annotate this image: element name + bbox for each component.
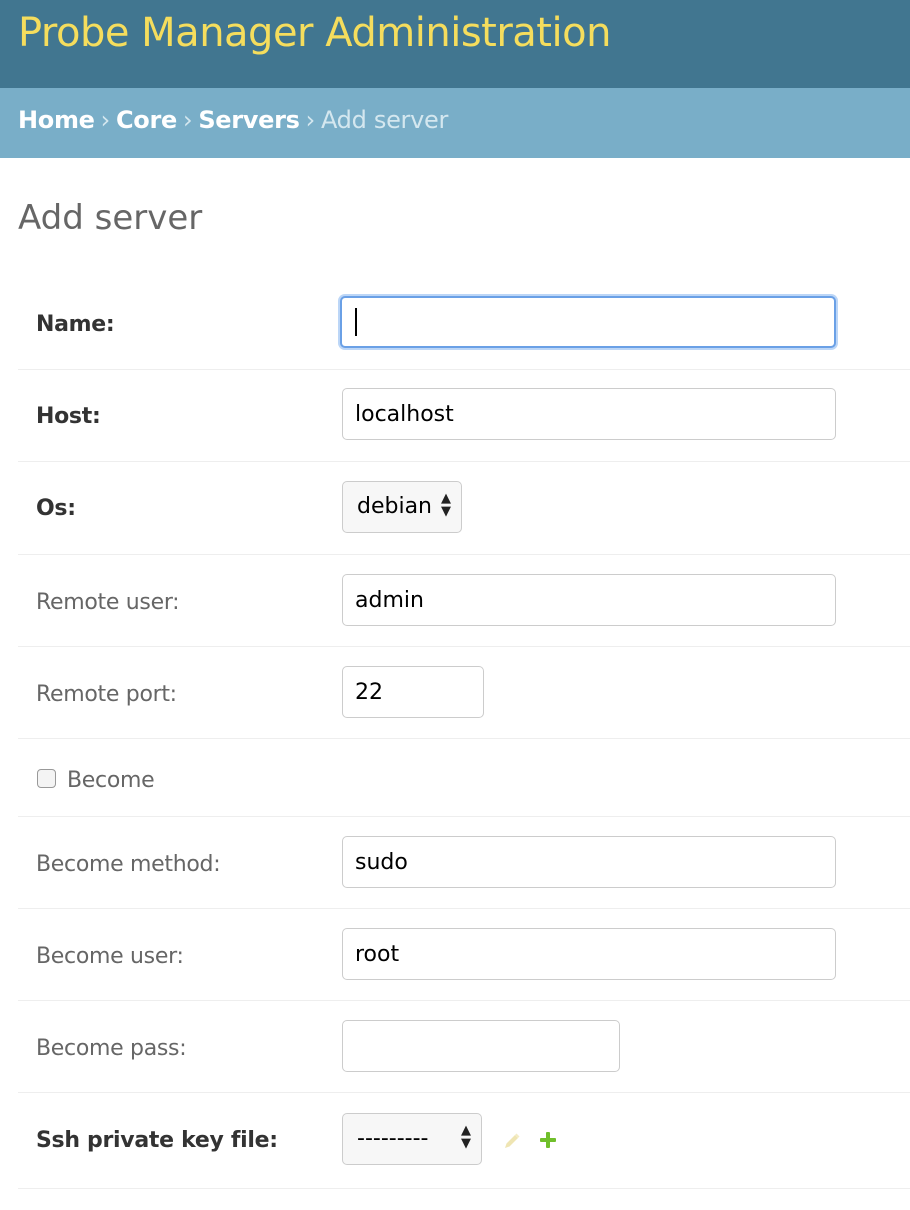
breadcrumb-separator: ›: [183, 106, 193, 134]
page-title: Add server: [18, 198, 203, 238]
become-method-label: Become method:: [36, 852, 221, 877]
remote-user-label: Remote user:: [36, 590, 180, 615]
os-label: Os:: [36, 496, 76, 521]
become-pass-field[interactable]: [342, 1020, 620, 1072]
breadcrumb-servers[interactable]: Servers: [198, 106, 300, 134]
name-label: Name:: [36, 312, 115, 337]
become-checkbox[interactable]: [37, 769, 56, 788]
os-select[interactable]: debian ▲ ▼: [342, 481, 462, 533]
plus-icon[interactable]: [538, 1130, 558, 1150]
become-label[interactable]: Become: [67, 768, 155, 793]
ssh-private-key-file-select[interactable]: --------- ▲ ▼: [342, 1113, 482, 1165]
form-row-os: [18, 462, 910, 555]
site-title[interactable]: Probe Manager Administration: [18, 10, 611, 56]
breadcrumb: Home › Core › Servers › Add server: [18, 106, 448, 134]
breadcrumb-home[interactable]: Home: [18, 106, 95, 134]
become-user-field[interactable]: [342, 928, 836, 980]
text-cursor: [355, 308, 357, 336]
remote-port-label: Remote port:: [36, 682, 177, 707]
name-field[interactable]: [340, 296, 836, 348]
ssh-private-key-file-label: Ssh private key file:: [36, 1128, 278, 1153]
os-select-value: debian: [357, 494, 433, 519]
breadcrumb-separator: ›: [100, 106, 111, 134]
remote-port-field[interactable]: [342, 666, 484, 718]
breadcrumb-current: Add server: [320, 106, 449, 134]
select-arrows-icon: ▲ ▼: [441, 491, 451, 519]
become-pass-label: Become pass:: [36, 1036, 187, 1061]
breadcrumb-core[interactable]: Core: [116, 106, 177, 134]
pencil-icon[interactable]: [502, 1131, 522, 1151]
become-user-label: Become user:: [36, 944, 184, 969]
ssh-private-key-file-select-value: ---------: [357, 1126, 429, 1151]
breadcrumb-separator: ›: [305, 106, 316, 134]
select-arrows-icon: ▲ ▼: [461, 1123, 471, 1151]
host-label: Host:: [36, 404, 101, 429]
host-field[interactable]: [342, 388, 836, 440]
become-method-field[interactable]: [342, 836, 836, 888]
remote-user-field[interactable]: [342, 574, 836, 626]
